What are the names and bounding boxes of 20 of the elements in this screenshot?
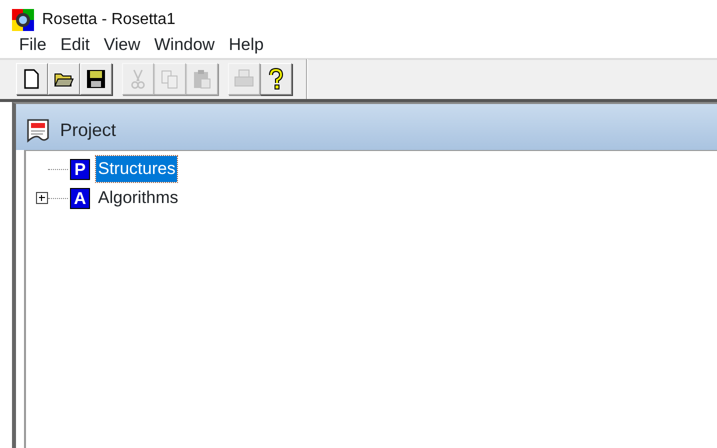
menu-item[interactable]: Edit — [53, 32, 97, 58]
tree-node-icon: P — [70, 158, 90, 180]
tree-item[interactable]: Structures — [96, 156, 178, 182]
window-title: Rosetta - Rosetta1 — [42, 10, 176, 30]
app-icon — [12, 9, 34, 31]
save-button[interactable] — [80, 63, 112, 95]
document-icon — [26, 118, 52, 144]
panel-title: Project — [60, 119, 116, 142]
expand-toggle-icon[interactable] — [36, 192, 48, 204]
menu-item[interactable]: Window — [147, 32, 222, 58]
tree-node-icon: A — [70, 188, 90, 208]
clipboard-icon — [191, 68, 213, 90]
help-button[interactable] — [260, 63, 292, 95]
menu-item[interactable]: File — [12, 32, 54, 58]
save-icon — [85, 68, 107, 90]
new-button[interactable] — [16, 63, 48, 95]
tree-item[interactable]: Algorithms — [96, 185, 180, 211]
menu-item[interactable]: Help — [222, 32, 271, 58]
menu-item[interactable]: View — [96, 32, 148, 58]
open-button[interactable] — [48, 63, 80, 95]
